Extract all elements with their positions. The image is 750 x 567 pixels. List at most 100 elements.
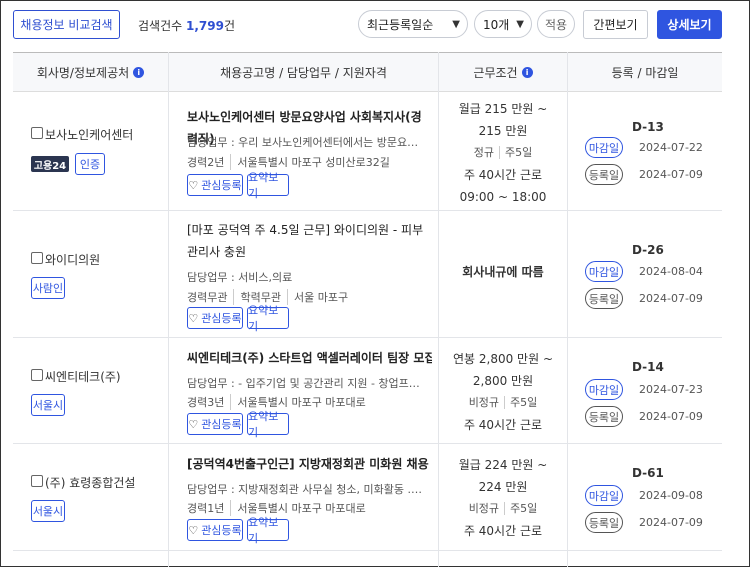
close-date: 2024-08-04 — [639, 265, 703, 278]
heart-icon: ♡ — [188, 311, 199, 325]
heart-icon: ♡ — [188, 523, 199, 537]
job-title[interactable]: [공덕역4번출구인근] 지방재정회관 미화원 채용 — [187, 453, 432, 475]
register-date-pill: 등록일 — [585, 164, 623, 185]
table-row: (주) 효령종합건설 서울시 [공덕역4번출구인근] 지방재정회관 미화원 채용… — [13, 444, 722, 551]
result-count: 검색건수 1,799건 — [138, 17, 235, 34]
pay-range-end: 215 만원 — [478, 124, 528, 138]
pay-range: 월급 215 만원 ~ — [458, 102, 548, 116]
work-hours: 주 40시간 근로 — [463, 418, 543, 432]
header-title: 채용공고명 / 담당업무 / 지원자격 — [169, 53, 438, 92]
job-title[interactable]: 씨엔티테크(주) 스타트업 액셀러레이터 팀장 모집(제… — [187, 347, 432, 369]
table-row: 보사노인케어센터 고용24 인증 보사노인케어센터 방문요양사업 사회복지사(경… — [13, 92, 722, 211]
source-tag[interactable]: 사람인 — [31, 277, 65, 299]
sort-select-value: 최근등록일순 — [367, 17, 434, 32]
heart-icon: ♡ — [188, 417, 199, 431]
job-title[interactable]: [마포 공덕역 주 4.5일 근무] 와이디의원 - 피부관리사 충원 — [187, 219, 432, 263]
register-date-pill: 등록일 — [585, 406, 623, 427]
job-duty: 담당업무 : 서비스,의료 — [187, 271, 293, 284]
career: 경력3년 — [187, 396, 225, 409]
header-date-label: 등록 / 마감일 — [611, 66, 679, 80]
favorite-button[interactable]: ♡ 관심등록 — [187, 413, 243, 435]
header-condition-label: 근무조건 — [473, 66, 518, 80]
work-days: 주5일 — [504, 396, 538, 409]
info-icon[interactable]: i — [521, 67, 533, 78]
close-date-pill: 마감일 — [585, 137, 623, 158]
simple-view-button[interactable]: 간편보기 — [583, 10, 648, 39]
work-condition: 회사내규에 따름 — [439, 261, 567, 283]
favorite-button[interactable]: ♡ 관심등록 — [187, 307, 243, 329]
job-duty: 담당업무 : 지방재정회관 사무실 청소, 미화활동 .근무… — [187, 483, 427, 496]
source-tag[interactable]: 인증 — [75, 153, 105, 175]
result-count-prefix: 검색건수 — [138, 19, 183, 33]
close-date-pill: 마감일 — [585, 485, 623, 506]
result-count-value: 1,799 — [186, 19, 224, 33]
work-days: 주5일 — [504, 502, 538, 515]
d-day: D-26 — [632, 243, 664, 257]
work-time: 09:00 ~ 18:00 — [459, 190, 547, 204]
work-hours: 주 40시간 근로 — [463, 524, 543, 538]
apply-button[interactable]: 적용 — [537, 10, 575, 38]
career: 경력2년 — [187, 156, 225, 169]
toolbar: 채용정보 비교검색 검색건수 1,799건 최근등록일순 ▼ 10개 ▼ 적용 … — [13, 10, 725, 40]
pay-range: 회사내규에 따름 — [462, 265, 544, 279]
location: 서울 마포구 — [286, 289, 348, 305]
rows-per-page-select[interactable]: 10개 ▼ — [474, 10, 532, 38]
employment-type: 비정규 — [468, 502, 500, 515]
register-date: 2024-07-09 — [639, 292, 703, 305]
row-checkbox[interactable] — [31, 475, 43, 487]
employment-info: 비정규 주5일 — [439, 392, 567, 414]
close-date: 2024-07-23 — [639, 383, 703, 396]
job-duty: 담당업무 : 우리 보사노인케어센터에서는 방문요양사업 … — [187, 136, 427, 149]
favorite-label: 관심등록 — [201, 418, 242, 431]
summary-button[interactable]: 요약보기 — [247, 171, 289, 200]
favorite-label: 관심등록 — [201, 524, 242, 537]
rows-select-value: 10개 — [483, 17, 510, 32]
company-name[interactable]: (주) 효령종합건설 — [45, 474, 135, 491]
company-name[interactable]: 보사노인케어센터 — [45, 126, 133, 143]
source-tag[interactable]: 서울시 — [31, 394, 65, 416]
row-checkbox[interactable] — [31, 127, 43, 139]
summary-button[interactable]: 요약보기 — [247, 410, 289, 439]
header-title-label: 채용공고명 / 담당업무 / 지원자격 — [220, 66, 387, 80]
table-row: 와이디의원 사람인 [마포 공덕역 주 4.5일 근무] 와이디의원 - 피부관… — [13, 211, 722, 338]
register-date: 2024-07-09 — [639, 410, 703, 423]
source-tag[interactable]: 서울시 — [31, 500, 65, 522]
pay-range: 월급 224 만원 ~ — [458, 458, 548, 472]
row-checkbox[interactable] — [31, 369, 43, 381]
detail-view-button[interactable]: 상세보기 — [657, 10, 722, 39]
heart-icon: ♡ — [188, 178, 199, 192]
pay-range-end: 224 만원 — [478, 480, 528, 494]
register-date: 2024-07-09 — [639, 516, 703, 529]
table-header: 회사명/정보제공처 i 채용공고명 / 담당업무 / 지원자격 근무조건 i 등록 … — [13, 52, 722, 92]
work-condition: 월급 224 만원 ~ 224 만원 비정규 주5일 주 40시간 근로 — [439, 454, 567, 542]
company-name[interactable]: 씨엔티테크(주) — [45, 368, 121, 385]
work-hours: 주 40시간 근로 — [463, 168, 543, 182]
job-duty: 담당업무 : - 입주기업 및 공간관리 지원 - 창업프로그램… — [187, 377, 427, 390]
sort-select[interactable]: 최근등록일순 ▼ — [358, 10, 468, 38]
d-day: D-13 — [632, 120, 664, 134]
chevron-down-icon: ▼ — [452, 19, 460, 30]
close-date-pill: 마감일 — [585, 261, 623, 282]
work-condition: 연봉 2,800 만원 ~ 2,800 만원 비정규 주5일 주 40시간 근로 — [439, 348, 567, 436]
employment-type: 비정규 — [468, 396, 500, 409]
row-checkbox[interactable] — [31, 252, 43, 264]
favorite-button[interactable]: ♡ 관심등록 — [187, 174, 243, 196]
header-date: 등록 / 마감일 — [568, 53, 722, 92]
favorite-button[interactable]: ♡ 관심등록 — [187, 519, 243, 541]
work-condition: 월급 215 만원 ~ 215 만원 정규 주5일 주 40시간 근로 09:00… — [439, 98, 567, 208]
table-row: 씨엔티테크(주) 서울시 씨엔티테크(주) 스타트업 액셀러레이터 팀장 모집(… — [13, 338, 722, 444]
close-date-pill: 마감일 — [585, 379, 623, 400]
register-date-pill: 등록일 — [585, 288, 623, 309]
pay-range-end: 2,800 만원 — [472, 374, 534, 388]
work-days: 주5일 — [499, 146, 533, 159]
summary-button[interactable]: 요약보기 — [247, 304, 289, 333]
close-date: 2024-07-22 — [639, 141, 703, 154]
register-date-pill: 등록일 — [585, 512, 623, 533]
compare-search-button[interactable]: 채용정보 비교검색 — [13, 10, 120, 39]
job-meta: 경력2년 서울특별시 마포구 성미산로32길 — [187, 154, 390, 170]
summary-button[interactable]: 요약보기 — [247, 516, 289, 545]
company-name[interactable]: 와이디의원 — [45, 251, 100, 268]
info-icon[interactable]: i — [133, 67, 145, 78]
career: 경력1년 — [187, 502, 225, 515]
register-date: 2024-07-09 — [639, 168, 703, 181]
